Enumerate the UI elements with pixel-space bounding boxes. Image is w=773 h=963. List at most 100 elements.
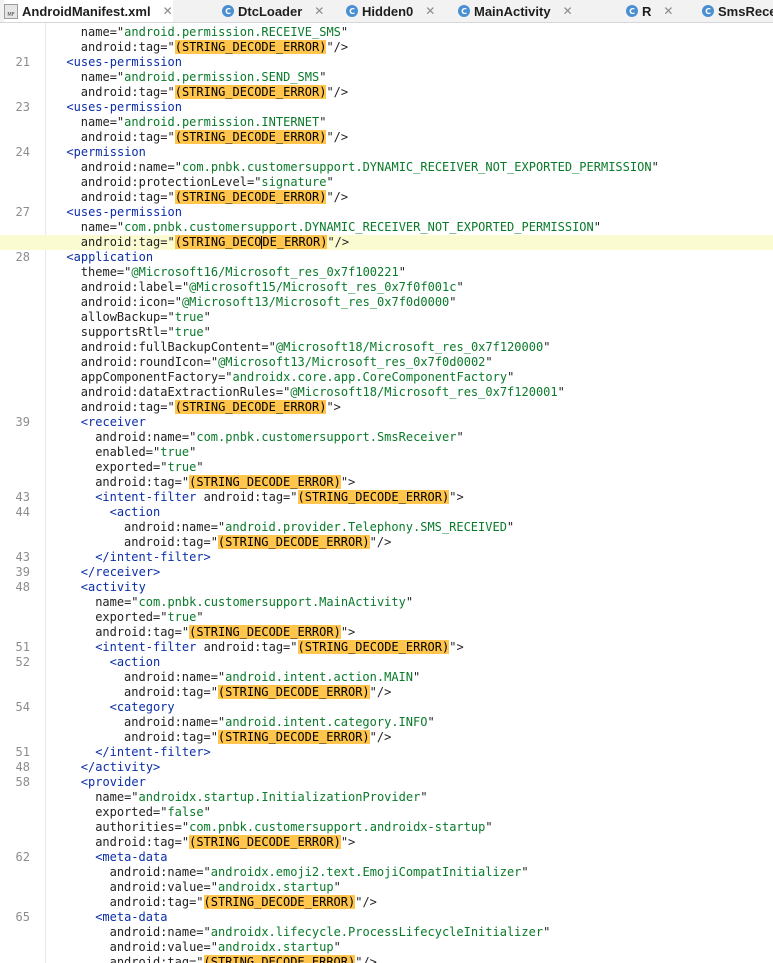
tab-mainactivity[interactable]: C MainActivity ✕ <box>458 0 573 22</box>
code-line[interactable]: android:name="android.provider.Telephony… <box>0 520 773 535</box>
code-line[interactable]: android:tag="(STRING_DECODE_ERROR)"/> <box>0 730 773 745</box>
code-editor[interactable]: name="android.permission.RECEIVE_SMS" and… <box>0 23 773 963</box>
code-line[interactable]: android:tag="(STRING_DECODE_ERROR)"/> <box>0 535 773 550</box>
code-line[interactable]: android:roundIcon="@Microsoft13/Microsof… <box>0 355 773 370</box>
code-line[interactable]: android:name="androidx.lifecycle.Process… <box>0 925 773 940</box>
code-line[interactable]: theme="@Microsoft16/Microsoft_res_0x7f10… <box>0 265 773 280</box>
xml-attribute: appComponentFactory=" <box>80 370 233 384</box>
tab-label: AndroidManifest.xml <box>22 3 151 19</box>
xml-attribute: " <box>196 460 204 474</box>
code-line[interactable]: 48 </activity> <box>0 760 773 775</box>
code-line[interactable]: supportsRtl="true" <box>0 325 773 340</box>
code-line[interactable]: android:value="androidx.startup" <box>0 880 773 895</box>
code-line[interactable]: android:name="com.pnbk.customersupport.D… <box>0 160 773 175</box>
code-line[interactable]: 21 <uses-permission <box>0 55 773 70</box>
code-line[interactable]: android:dataExtractionRules="@Microsoft1… <box>0 385 773 400</box>
attribute-value: android.permission.SEND_SMS <box>124 70 320 84</box>
attribute-value: com.pnbk.customersupport.androidx-startu… <box>189 820 486 834</box>
code-line[interactable]: 58 <provider <box>0 775 773 790</box>
xml-tag: <action <box>109 655 161 669</box>
code-line[interactable]: android:tag="(STRING_DECODE_ERROR)"/> <box>0 895 773 910</box>
code-text: <application <box>66 250 153 265</box>
code-line[interactable]: android:value="androidx.startup" <box>0 940 773 955</box>
code-line[interactable]: enabled="true" <box>0 445 773 460</box>
close-icon[interactable]: ✕ <box>163 4 173 18</box>
code-line[interactable]: android:tag="(STRING_DECODE_ERROR)"> <box>0 625 773 640</box>
code-line[interactable]: android:tag="(STRING_DECODE_ERROR)"> <box>0 835 773 850</box>
code-text: exported="false" <box>95 805 211 820</box>
code-line[interactable]: 28 <application <box>0 250 773 265</box>
tab-smsrece[interactable]: C SmsRece <box>702 0 773 22</box>
xml-attribute: android:tag=" <box>124 535 218 549</box>
line-number: 39 <box>15 415 30 429</box>
close-icon[interactable]: ✕ <box>563 4 573 18</box>
xml-tag: <provider <box>80 775 146 789</box>
xml-tag: <meta-data <box>95 850 168 864</box>
code-line[interactable]: android:tag="(STRING_DECODE_ERROR)"> <box>0 475 773 490</box>
code-line[interactable]: 54 <category <box>0 700 773 715</box>
code-line[interactable]: android:tag="(STRING_DECODE_ERROR)"/> <box>0 85 773 100</box>
xml-attribute: android:fullBackupContent=" <box>80 340 276 354</box>
code-line[interactable]: exported="true" <box>0 460 773 475</box>
code-line[interactable]: 24 <permission <box>0 145 773 160</box>
xml-attribute: name=" <box>95 790 139 804</box>
close-icon[interactable]: ✕ <box>314 4 324 18</box>
attribute-value: true <box>174 325 204 339</box>
code-line[interactable]: 39 </receiver> <box>0 565 773 580</box>
code-line[interactable]: android:tag="(STRING_DECODE_ERROR)"/> <box>0 130 773 145</box>
code-line[interactable]: 27 <uses-permission <box>0 205 773 220</box>
code-line[interactable]: name="com.pnbk.customersupport.DYNAMIC_R… <box>0 220 773 235</box>
code-line[interactable]: exported="true" <box>0 610 773 625</box>
tab-hidden0[interactable]: C Hidden0 ✕ <box>346 0 435 22</box>
code-line[interactable]: authorities="com.pnbk.customersupport.an… <box>0 820 773 835</box>
code-line[interactable]: 51 <intent-filter android:tag="(STRING_DE… <box>0 640 773 655</box>
code-line[interactable]: appComponentFactory="androidx.core.app.C… <box>0 370 773 385</box>
code-line[interactable]: android:tag="(STRING_DECODE_ERROR)"/> <box>0 190 773 205</box>
code-line[interactable]: 44 <action <box>0 505 773 520</box>
code-line[interactable]: android:tag="(STRING_DECODE_ERROR)"/> <box>0 685 773 700</box>
tab-r[interactable]: C R ✕ <box>626 0 673 22</box>
tab-dtcloader[interactable]: C DtcLoader ✕ <box>222 0 324 22</box>
code-line[interactable]: android:tag="(STRING_DECODE_ERROR)"/> <box>0 40 773 55</box>
code-line[interactable]: 65 <meta-data <box>0 910 773 925</box>
code-line[interactable]: allowBackup="true" <box>0 310 773 325</box>
code-line[interactable]: name="android.permission.INTERNET" <box>0 115 773 130</box>
code-line[interactable]: android:protectionLevel="signature" <box>0 175 773 190</box>
code-line[interactable]: android:name="com.pnbk.customersupport.S… <box>0 430 773 445</box>
xml-tag: <uses-permission <box>66 55 182 69</box>
code-line[interactable]: 23 <uses-permission <box>0 100 773 115</box>
code-text: authorities="com.pnbk.customersupport.an… <box>95 820 492 835</box>
xml-tag: <application <box>66 250 154 264</box>
code-line[interactable]: android:tag="(STRING_DECODE_ERROR)"/> <box>0 235 773 250</box>
code-line[interactable]: android:name="android.intent.category.IN… <box>0 715 773 730</box>
code-line[interactable]: android:fullBackupContent="@Microsoft18/… <box>0 340 773 355</box>
code-line[interactable]: name="android.permission.RECEIVE_SMS" <box>0 25 773 40</box>
xml-attribute: android:name=" <box>109 865 211 879</box>
xml-attribute: " <box>319 70 327 84</box>
code-line[interactable]: android:label="@Microsoft15/Microsoft_re… <box>0 280 773 295</box>
code-text: exported="true" <box>95 460 203 475</box>
code-line[interactable]: 62 <meta-data <box>0 850 773 865</box>
code-line[interactable]: name="com.pnbk.customersupport.MainActiv… <box>0 595 773 610</box>
code-line[interactable]: android:tag="(STRING_DECODE_ERROR)"> <box>0 400 773 415</box>
code-text: supportsRtl="true" <box>81 325 211 340</box>
code-line[interactable]: 43 <intent-filter android:tag="(STRING_DE… <box>0 490 773 505</box>
code-line[interactable]: 52 <action <box>0 655 773 670</box>
code-line[interactable]: 43 </intent-filter> <box>0 550 773 565</box>
code-line[interactable]: name="android.permission.SEND_SMS" <box>0 70 773 85</box>
tab-androidmanifest-xml[interactable]: MF AndroidManifest.xml ✕ <box>4 0 173 22</box>
code-text: android:tag="(STRING_DECODE_ERROR)"> <box>95 475 355 490</box>
code-line[interactable]: android:icon="@Microsoft13/Microsoft_res… <box>0 295 773 310</box>
close-icon[interactable]: ✕ <box>425 4 435 18</box>
code-line[interactable]: android:name="android.intent.action.MAIN… <box>0 670 773 685</box>
code-line[interactable]: exported="false" <box>0 805 773 820</box>
code-line[interactable]: 48 <activity <box>0 580 773 595</box>
xml-tag: <uses-permission <box>66 100 182 114</box>
code-line[interactable]: name="androidx.startup.InitializationPro… <box>0 790 773 805</box>
close-icon[interactable]: ✕ <box>663 4 673 18</box>
code-line[interactable]: android:tag="(STRING_DECODE_ERROR)"/> <box>0 955 773 963</box>
code-line[interactable]: 51 </intent-filter> <box>0 745 773 760</box>
code-line[interactable]: 39 <receiver <box>0 415 773 430</box>
code-line[interactable]: android:name="androidx.emoji2.text.Emoji… <box>0 865 773 880</box>
xml-attribute: "> <box>449 490 464 504</box>
